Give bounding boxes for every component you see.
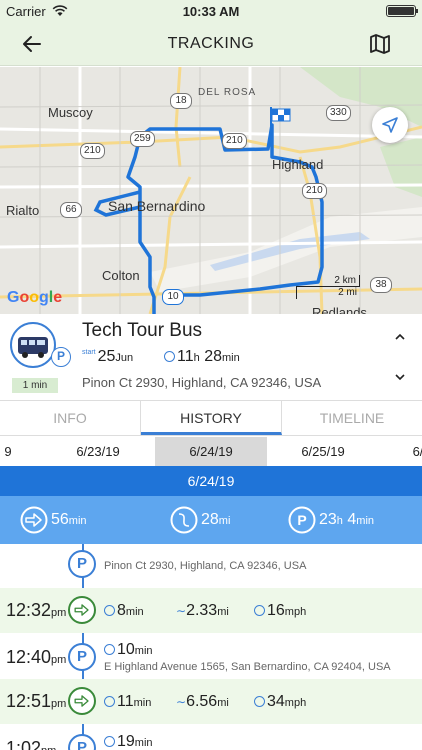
route-shield: 210 — [80, 143, 105, 159]
map-label-redlands: Redlands — [312, 305, 367, 314]
date-item-selected[interactable]: 6/24/19 — [155, 437, 267, 466]
date-strip: 9 6/23/19 6/24/19 6/25/19 6/ — [0, 437, 422, 466]
row-duration: 11min — [104, 693, 151, 711]
bus-icon — [18, 337, 48, 358]
locate-button[interactable] — [372, 107, 408, 143]
distance-icon — [170, 506, 198, 534]
nav-bar: TRACKING — [0, 22, 422, 66]
timeline-row[interactable]: 12:51pm 11min ∼6.56mi 34mph — [0, 679, 422, 724]
row-duration: 8min — [104, 602, 144, 620]
vehicle-avatar[interactable] — [10, 322, 56, 368]
route-shield: 330 — [326, 105, 351, 121]
map-icon[interactable] — [368, 32, 392, 56]
row-speed: 16mph — [254, 602, 306, 620]
drive-icon — [20, 506, 48, 534]
row-distance: ∼6.56mi — [176, 693, 229, 710]
row-distance: ∼2.33mi — [176, 602, 229, 619]
tab-timeline[interactable]: TIMELINE — [282, 401, 422, 435]
clock: 10:33 AM — [182, 4, 240, 19]
timeline-start[interactable]: P Pinon Ct 2930, Highland, CA 92346, USA — [0, 544, 422, 584]
start-prefix: start — [82, 349, 96, 356]
parking-node-icon: P — [68, 643, 96, 671]
day-summary: 56min 28mi P 23h 4min — [0, 496, 422, 544]
parked-icon: P — [51, 347, 71, 367]
vehicle-name: Tech Tour Bus — [82, 320, 203, 341]
vehicle-duration: 11h 28min — [164, 348, 240, 366]
drive-total: 56min — [20, 506, 87, 534]
route-shield: 18 — [170, 93, 192, 109]
row-speed: 34mph — [254, 693, 306, 711]
summary-date: 6/24/19 — [0, 466, 422, 496]
duration-badge: 1 min — [12, 378, 58, 393]
row-duration: 10min — [104, 641, 153, 659]
timeline-row[interactable]: 12:40pm P 10min E Highland Avenue 1565, … — [0, 633, 422, 679]
drive-node-icon — [68, 687, 96, 715]
scale-km: 2 km — [296, 275, 360, 287]
chevron-down-icon[interactable] — [394, 371, 406, 383]
route-shield: 210 — [222, 133, 247, 149]
timeline-row[interactable]: 12:32pm 8min ∼2.33mi 16mph — [0, 588, 422, 633]
interstate-shield: 10 — [162, 289, 184, 305]
date-item[interactable]: 6/ — [362, 437, 422, 466]
row-address: E Highland Avenue 1565, San Bernardino, … — [104, 661, 391, 673]
map-label-san-bernardino: San Bernardino — [108, 198, 206, 214]
row-time: 12:32pm — [6, 600, 67, 620]
distance-total: 28mi — [170, 506, 230, 534]
page-title: TRACKING — [167, 35, 255, 52]
row-time: 12:51pm — [6, 691, 67, 711]
history-timeline: P Pinon Ct 2930, Highland, CA 92346, USA… — [0, 544, 422, 750]
battery-icon — [386, 5, 418, 17]
start-day: 25 — [97, 348, 116, 365]
timeline-row[interactable]: 1:02pm P 19min — [0, 724, 422, 750]
google-logo: Google — [7, 289, 63, 306]
row-duration: 19min — [104, 733, 153, 750]
route-shield: 38 — [370, 277, 392, 293]
map-label-del-rosa: DEL ROSA — [198, 87, 257, 98]
vehicle-card: P 1 min Tech Tour Bus start 25Jun 11h 28m… — [0, 315, 422, 400]
tab-bar: INFO HISTORY TIMELINE — [0, 400, 422, 436]
route-shield: 210 — [302, 183, 327, 199]
route-shield: 259 — [130, 131, 155, 147]
route-map[interactable]: DEL ROSA Muscoy Highland Rialto San Bern… — [0, 67, 422, 314]
tab-info[interactable]: INFO — [0, 401, 141, 435]
parking-node-icon: P — [68, 734, 96, 750]
map-label-highland: Highland — [272, 157, 324, 172]
svg-text:P: P — [297, 512, 306, 528]
chevron-up-icon[interactable] — [394, 331, 406, 343]
status-bar: Carrier 10:33 AM — [0, 0, 422, 22]
tab-history[interactable]: HISTORY — [141, 401, 282, 435]
parked-total: P 23h 4min — [288, 506, 374, 534]
date-item[interactable]: 6/23/19 — [42, 437, 154, 466]
route-shield: 66 — [60, 202, 82, 218]
row-time: 12:40pm — [6, 647, 67, 667]
map-scale: 2 km 2 mi — [296, 275, 360, 299]
vehicle-start: start 25Jun — [82, 348, 133, 366]
row-time: 1:02pm — [6, 738, 56, 750]
start-month: Jun — [115, 352, 134, 364]
start-address: Pinon Ct 2930, Highland, CA 92346, USA — [104, 560, 307, 572]
parking-node-icon: P — [68, 550, 96, 578]
vehicle-address: Pinon Ct 2930, Highland, CA 92346, USA — [82, 375, 322, 390]
drive-node-icon — [68, 596, 96, 624]
clock-icon — [164, 351, 175, 362]
scale-mi: 2 mi — [296, 287, 360, 299]
map-label-muscoy: Muscoy — [48, 105, 93, 120]
map-label-colton: Colton — [102, 268, 140, 283]
location-arrow-icon — [382, 117, 398, 133]
parking-icon: P — [288, 506, 316, 534]
map-label-rialto: Rialto — [6, 203, 40, 218]
